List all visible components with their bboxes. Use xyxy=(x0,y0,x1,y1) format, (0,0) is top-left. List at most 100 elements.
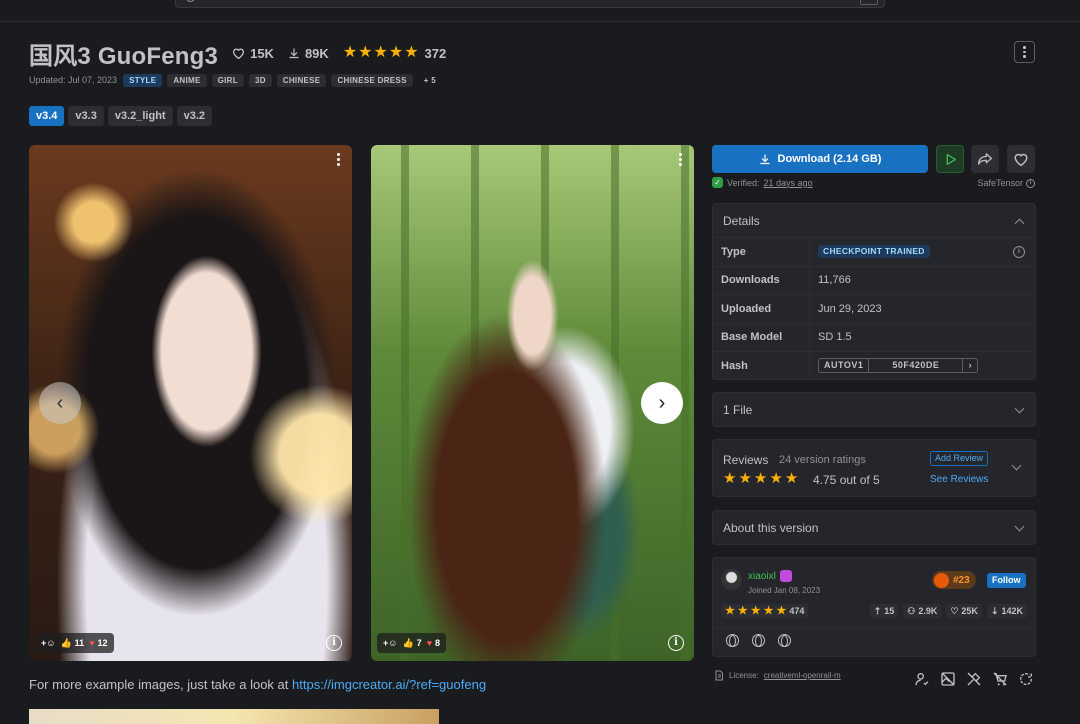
file-format: SafeTensor i xyxy=(977,178,1035,188)
globe-icon[interactable] xyxy=(726,634,739,647)
example-link[interactable]: https://imgcreator.ai/?ref=guofeng xyxy=(292,677,486,692)
license-permissions xyxy=(913,670,1035,688)
license-link[interactable]: creativeml-openrail-m xyxy=(764,671,841,680)
detail-key: Base Model xyxy=(713,323,810,351)
details-panel: Details Type CHECKPOINT TRAINED i Downlo… xyxy=(712,203,1036,380)
tag-girl[interactable]: GIRL xyxy=(211,73,244,87)
globe-icon[interactable] xyxy=(752,634,765,647)
license-info: License: creativeml-openrail-m xyxy=(714,670,841,681)
version-tab-v3-3[interactable]: v3.3 xyxy=(68,106,104,126)
upload-icon: ⇡ xyxy=(873,605,882,616)
detail-value: 11,766 xyxy=(818,274,851,287)
info-icon[interactable]: i xyxy=(1013,246,1025,258)
heart-count: 8 xyxy=(435,638,441,648)
uploads-stat: ⇡ 15 xyxy=(869,604,899,618)
play-icon xyxy=(946,153,956,165)
heart-reaction[interactable]: ♥ 12 xyxy=(89,638,107,648)
creator-downloads-stat: ⇣ 142K xyxy=(986,604,1027,618)
tag-3d[interactable]: 3D xyxy=(248,73,272,87)
creator-name[interactable]: xiaoixl xyxy=(748,570,792,582)
detail-key: Hash xyxy=(713,352,810,380)
hash-algorithm[interactable]: AUTOV1 xyxy=(819,359,870,373)
detail-key: Downloads xyxy=(713,266,810,294)
details-header[interactable]: Details xyxy=(713,204,1035,238)
shield-check-icon: ✓ xyxy=(712,177,723,188)
add-review-button[interactable]: Add Review xyxy=(930,451,989,466)
reactions-bar[interactable]: +☺ 👍 11 ♥ 12 xyxy=(35,633,114,653)
add-reaction-icon[interactable]: +☺ xyxy=(41,638,55,648)
info-icon[interactable]: i xyxy=(1026,178,1035,188)
image-menu-icon[interactable] xyxy=(337,153,340,166)
tag-chinese-dress[interactable]: CHINESE DRESS xyxy=(331,73,413,87)
follow-button[interactable]: Follow xyxy=(987,573,1026,588)
chevron-down-icon[interactable] xyxy=(1011,460,1022,471)
image-menu-icon[interactable] xyxy=(679,153,682,166)
hash-value[interactable]: 50F420DE xyxy=(869,359,964,373)
star-icon: ★ xyxy=(776,605,787,617)
detail-key: Type xyxy=(713,238,810,266)
cart-off-icon[interactable] xyxy=(991,670,1009,688)
globe-icon[interactable] xyxy=(778,634,791,647)
hash-selector[interactable]: AUTOV1 50F420DE › xyxy=(818,358,979,374)
detail-value: SD 1.5 xyxy=(818,331,852,344)
info-icon[interactable]: i xyxy=(326,635,342,651)
share-icon xyxy=(978,153,992,165)
user-check-icon[interactable] xyxy=(913,670,931,688)
search-icon xyxy=(186,0,195,2)
see-reviews-link[interactable]: See Reviews xyxy=(930,474,988,485)
thumbs-up-reaction[interactable]: 👍 7 xyxy=(402,638,421,649)
download-button[interactable]: Download (2.14 GB) xyxy=(712,145,928,173)
tag-chinese[interactable]: CHINESE xyxy=(276,73,327,87)
version-tab-v3-4[interactable]: v3.4 xyxy=(29,106,65,126)
reviews-title: Reviews xyxy=(723,453,769,467)
search-input[interactable] xyxy=(175,0,885,8)
rating-stars[interactable]: ★ ★ ★ ★ ★ 372 xyxy=(343,45,446,61)
detail-row-hash: Hash AUTOV1 50F420DE › xyxy=(713,351,1035,380)
carousel-next-button[interactable]: › xyxy=(641,382,683,424)
run-button[interactable] xyxy=(936,145,964,173)
add-reaction-icon[interactable]: +☺ xyxy=(383,638,397,648)
brush-off-icon[interactable] xyxy=(965,670,983,688)
verified-date[interactable]: 21 days ago xyxy=(764,178,813,188)
description-image xyxy=(29,709,439,724)
files-panel[interactable]: 1 File xyxy=(712,392,1036,427)
tag-anime[interactable]: ANIME xyxy=(167,73,207,87)
top-bar xyxy=(0,0,1080,22)
creator-username[interactable]: xiaoixl xyxy=(748,571,776,582)
review-stars: ★ ★ ★ ★ ★ xyxy=(723,471,800,487)
rotate-off-icon[interactable] xyxy=(1017,670,1035,688)
reviews-panel: Reviews 24 version ratings ★ ★ ★ ★ ★ 4.7… xyxy=(712,439,1036,497)
tag-style[interactable]: STYLE xyxy=(123,73,163,87)
version-tab-v3-2[interactable]: v3.2 xyxy=(176,106,213,126)
star-icon: ★ xyxy=(358,44,373,61)
download-icon xyxy=(289,48,299,59)
downloads-stat: 89K xyxy=(288,46,329,61)
detail-row-downloads: Downloads 11,766 xyxy=(713,265,1035,294)
thumbs-up-reaction[interactable]: 👍 11 xyxy=(60,638,84,649)
photo-off-icon[interactable] xyxy=(939,670,957,688)
more-tags-button[interactable]: + 5 xyxy=(418,74,442,87)
reactions-bar[interactable]: +☺ 👍 7 ♥ 8 xyxy=(377,633,447,653)
chevron-left-icon: ‹ xyxy=(56,391,64,414)
details-title: Details xyxy=(723,214,760,228)
about-panel[interactable]: About this version xyxy=(712,510,1036,545)
carousel-prev-button[interactable]: ‹ xyxy=(39,382,81,424)
share-button[interactable] xyxy=(971,145,999,173)
chevron-down-icon xyxy=(1014,521,1025,531)
more-options-button[interactable] xyxy=(1014,41,1035,63)
dots-icon xyxy=(1023,46,1026,49)
chevron-right-icon[interactable]: › xyxy=(963,359,977,372)
heart-icon xyxy=(1014,153,1028,166)
detail-value: Jun 29, 2023 xyxy=(818,302,882,315)
thumbs-up-icon: 👍 xyxy=(402,637,414,648)
info-icon[interactable]: i xyxy=(668,635,684,651)
version-tab-v3-2-light[interactable]: v3.2_light xyxy=(107,106,173,126)
star-icon: ★ xyxy=(404,44,419,61)
avatar[interactable] xyxy=(721,569,742,590)
download-label: Download (2.14 GB) xyxy=(777,153,882,165)
divider xyxy=(713,627,1035,628)
thumbs-up-icon: 👍 xyxy=(60,637,72,648)
downloads-count: 89K xyxy=(304,45,329,61)
heart-reaction[interactable]: ♥ 8 xyxy=(427,638,440,648)
favorite-button[interactable] xyxy=(1007,145,1035,173)
